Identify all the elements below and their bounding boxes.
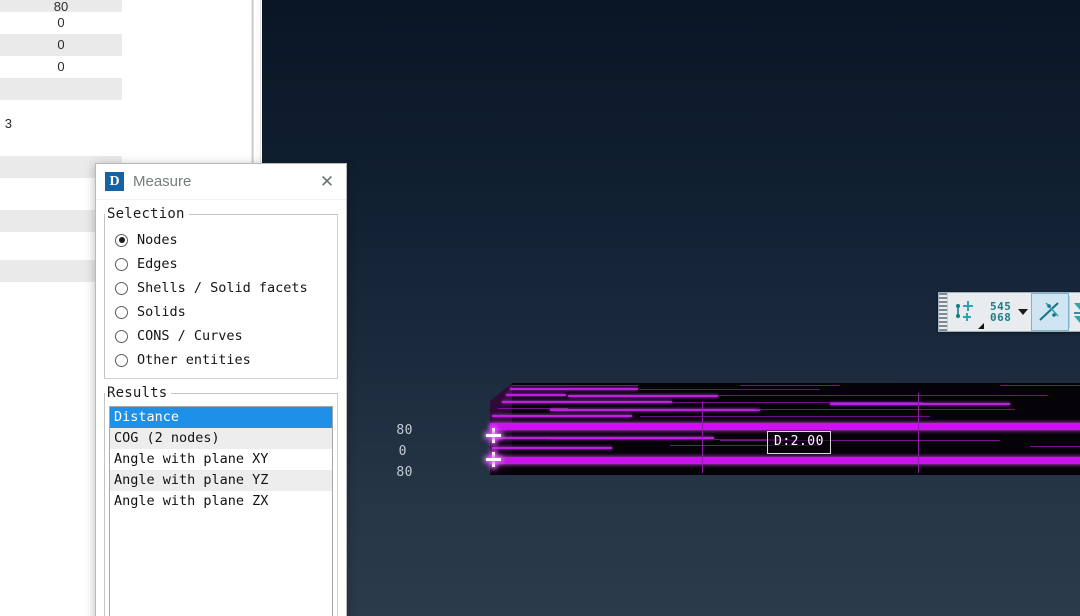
floating-mini-toolbar[interactable]: 545 068 [938,292,1080,332]
fe-mesh-model[interactable] [490,383,1080,475]
dialog-title: Measure [133,173,192,190]
table-row[interactable]: 0 [0,56,122,78]
radio-icon [115,329,128,343]
table-row[interactable]: 0 [0,12,122,34]
node-pick-button[interactable] [948,293,986,331]
radio-other-entities[interactable]: Other entities [115,348,337,372]
mesh-line [720,440,1000,441]
node-pick-icon [955,301,973,321]
table-cell-clipped: 3 [0,112,12,134]
distance-measure-label: D:2.00 [767,431,831,454]
mesh-line [550,409,760,411]
list-item[interactable]: Angle with plane ZX [110,491,332,512]
table-cell-value: 3 [4,115,12,131]
dialog-titlebar[interactable]: D Measure ✕ [96,164,346,200]
axis-coordinate-readout: 80 0 80 [367,420,413,483]
axis-value-z: 80 [396,465,413,480]
table-cell-value: 0 [57,15,65,30]
radio-icon [115,257,128,271]
mesh-band [490,423,1080,430]
table-cell-value: 80 [53,0,69,12]
mesh-line [718,395,1048,396]
measure-distance-button[interactable] [1031,293,1070,331]
radio-edges[interactable]: Edges [115,252,337,276]
table-row[interactable]: 0 [0,34,122,56]
radio-icon [115,281,128,295]
table-cell-value: 0 [57,37,65,52]
radio-label: Nodes [137,232,178,248]
close-icon[interactable]: ✕ [314,169,340,195]
table-row[interactable]: 80 [0,0,122,12]
align-tool-icon [1074,303,1080,323]
table-row[interactable] [0,134,122,156]
radio-icon [115,305,128,319]
mesh-line [1000,385,1080,386]
mesh-line [502,401,672,403]
table-row[interactable] [0,78,122,100]
mesh-divider [918,393,919,473]
mesh-line [492,415,632,417]
dialog-body: Selection Nodes Edges Shells / Solid fac… [96,206,346,616]
measure-distance-icon [1039,302,1060,321]
mesh-line [640,416,930,417]
radio-nodes[interactable]: Nodes [115,228,337,252]
radio-icon [115,353,128,367]
list-item[interactable]: Angle with plane XY [110,449,332,470]
radio-label: Shells / Solid facets [137,280,308,296]
selection-group-legend: Selection [107,206,185,222]
mesh-line [506,394,566,396]
list-item[interactable]: Angle with plane YZ [110,470,332,491]
radio-label: CONS / Curves [137,328,243,344]
mesh-line [512,385,638,386]
mesh-line [510,388,638,390]
radio-label: Other entities [137,352,251,368]
mesh-line [755,409,1015,410]
model-viewport-3d[interactable]: 80 0 80 D:2.00 545 068 [262,0,1080,616]
mesh-line [568,395,718,397]
app-logo-icon: D [105,172,124,191]
mesh-band [490,457,1080,464]
radio-label: Solids [137,304,186,320]
chevron-down-icon [1018,309,1029,315]
mesh-line [492,447,612,449]
app-window: 80 0 0 0 3 80 0 80 D:2.00 545 068 D Meas… [0,0,1080,616]
table-cell-value: 0 [57,59,65,74]
mesh-line [740,385,840,386]
align-tool-button[interactable] [1070,293,1080,331]
mesh-line [1030,446,1080,447]
selection-radio-list: Nodes Edges Shells / Solid facets Solids [105,222,337,372]
measure-dialog[interactable]: D Measure ✕ Selection Nodes Edges Shells… [95,163,347,616]
selection-dropdown-button[interactable] [1015,293,1031,331]
toolbar-expand-corner[interactable] [978,323,984,329]
radio-solids[interactable]: Solids [115,300,337,324]
radio-cons-curves[interactable]: CONS / Curves [115,324,337,348]
toolbar-drag-handle[interactable] [939,293,948,331]
radio-icon [115,233,128,247]
results-list[interactable]: Distance COG (2 nodes) Angle with plane … [109,406,333,616]
list-item[interactable]: Distance [110,407,332,428]
radio-shells-solid-facets[interactable]: Shells / Solid facets [115,276,337,300]
selection-count: 545 068 [986,293,1015,331]
results-group-legend: Results [107,385,168,401]
count-bottom: 068 [990,311,1012,324]
list-item[interactable]: COG (2 nodes) [110,428,332,449]
selection-group: Selection Nodes Edges Shells / Solid fac… [104,206,338,379]
axis-value-x: 80 [396,423,413,438]
mesh-line [640,389,820,390]
mesh-line [830,403,1010,405]
mesh-divider [702,401,703,473]
axis-value-y: 0 [398,444,407,459]
radio-label: Edges [137,256,178,272]
results-group: Results Distance COG (2 nodes) Angle wit… [104,385,338,616]
